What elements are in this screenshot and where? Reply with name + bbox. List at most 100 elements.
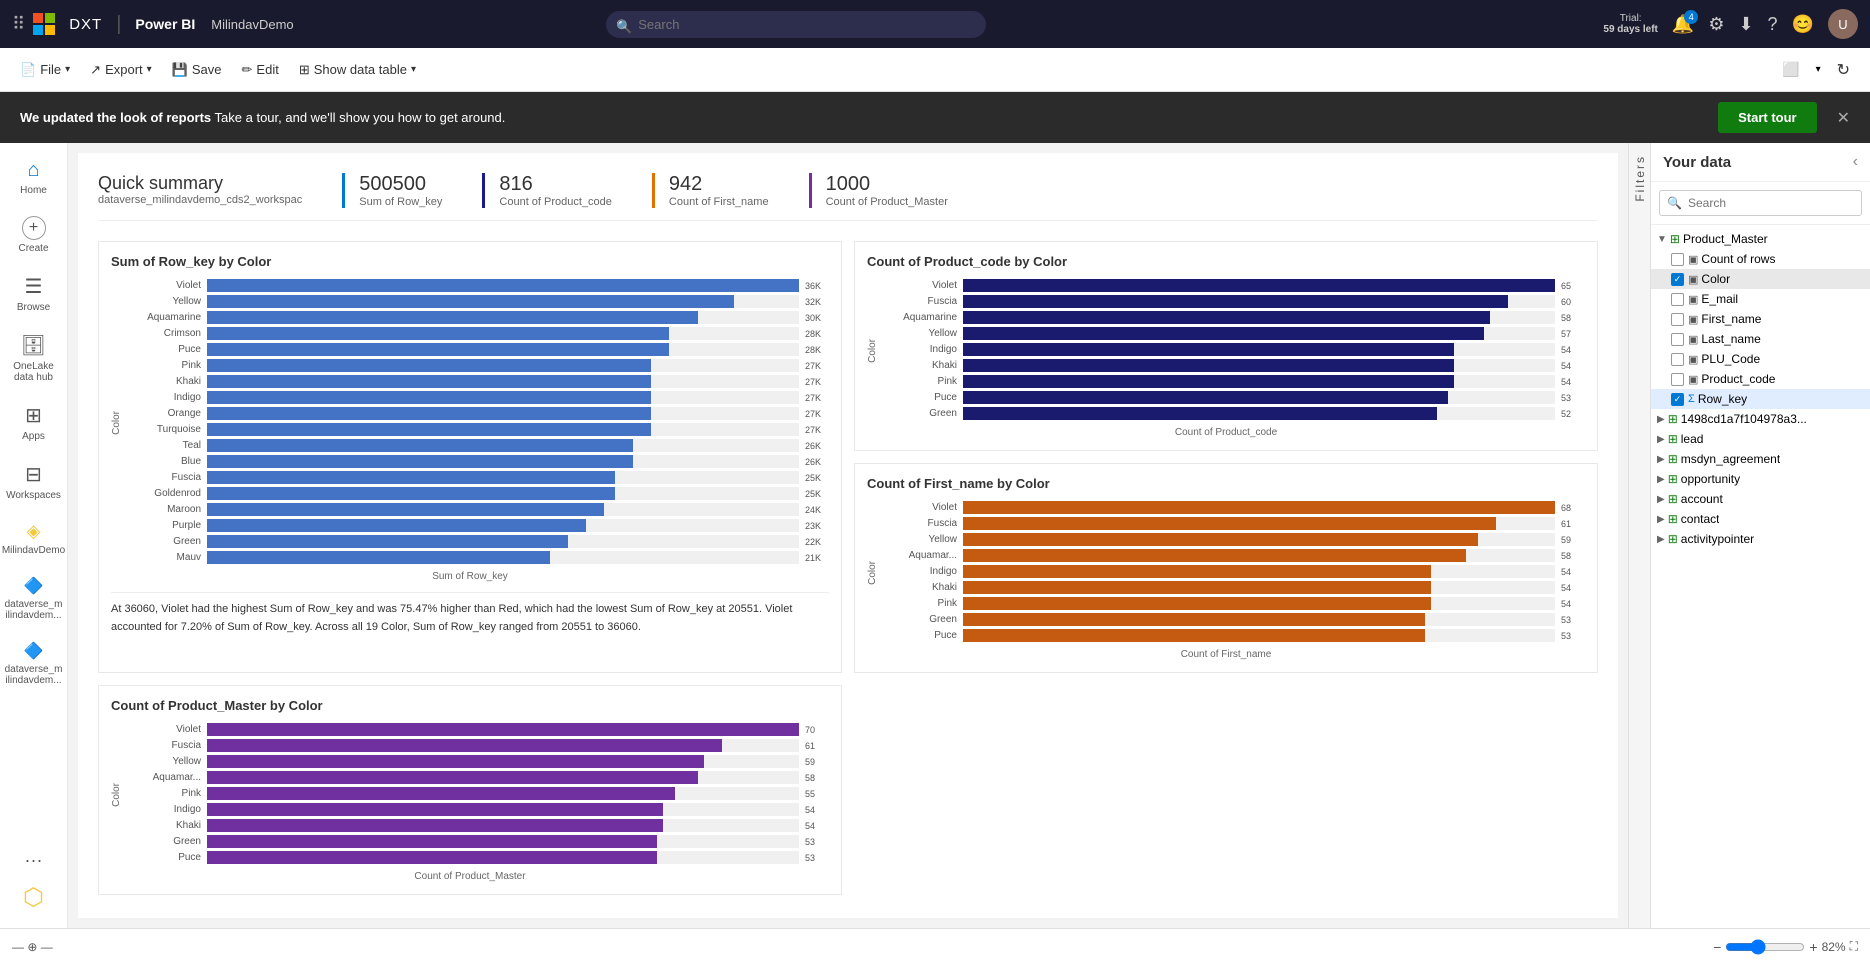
- edit-button[interactable]: ✏ Edit: [234, 58, 287, 82]
- file-button[interactable]: 📄 File ▾: [12, 58, 78, 82]
- check-5[interactable]: [1671, 333, 1684, 346]
- sidebar-item-create[interactable]: + Create: [4, 208, 64, 262]
- report-toolbar: 📄 File ▾ ↗ Export ▾ 💾 Save ✏ Edit ⊞ Show…: [0, 48, 1870, 92]
- check-7[interactable]: [1671, 373, 1684, 386]
- check-2[interactable]: ✓: [1671, 273, 1684, 286]
- search-wrapper: 🔍: [606, 11, 986, 38]
- tree-item-0[interactable]: ▼ ⊞ Product_Master: [1651, 229, 1870, 249]
- tree-item-3[interactable]: ▣ E_mail: [1651, 289, 1870, 309]
- sidebar-more-button[interactable]: ···: [4, 842, 64, 879]
- check-3[interactable]: [1671, 293, 1684, 306]
- help-icon[interactable]: ?: [1768, 14, 1778, 35]
- table-icon-14: ⊞: [1668, 512, 1678, 526]
- brand-name: DXT: [69, 16, 102, 33]
- expand-icon-13: ▶: [1657, 494, 1665, 505]
- bottom-bar: — ⊕ — − + 82% ⛶: [0, 928, 1870, 964]
- check-1[interactable]: [1671, 253, 1684, 266]
- right-panel-search: 🔍: [1651, 182, 1870, 225]
- export-button[interactable]: ↗ Export ▾: [82, 58, 160, 82]
- tree-item-8[interactable]: ✓ Σ Row_key: [1651, 389, 1870, 409]
- chart-product-master[interactable]: Count of Product_Master by Color Color V…: [98, 685, 842, 895]
- create-icon: +: [22, 216, 46, 240]
- zoom-in-button[interactable]: +: [1809, 939, 1817, 955]
- metric-product-code-value: 816: [499, 173, 612, 196]
- tree-item-11[interactable]: ▶ ⊞ msdyn_agreement: [1651, 449, 1870, 469]
- tree-item-6[interactable]: ▣ PLU_Code: [1651, 349, 1870, 369]
- file-chevron: ▾: [65, 64, 70, 75]
- sidebar-item-browse[interactable]: ☰ Browse: [4, 266, 64, 321]
- sidebar-item-workspaces[interactable]: ⊟ Workspaces: [4, 454, 64, 509]
- chart-row-key-title: Sum of Row_key by Color: [111, 254, 829, 269]
- tree-item-7[interactable]: ▣ Product_code: [1651, 369, 1870, 389]
- refresh-button[interactable]: ↻: [1829, 56, 1858, 84]
- grid-icon[interactable]: ⠿: [12, 14, 25, 35]
- check-4[interactable]: [1671, 313, 1684, 326]
- measure-icon-8: Σ: [1688, 393, 1695, 405]
- check-6[interactable]: [1671, 353, 1684, 366]
- report-canvas[interactable]: Quick summary dataverse_milindavdemo_cds…: [68, 143, 1628, 928]
- tree-item-10[interactable]: ▶ ⊞ lead: [1651, 429, 1870, 449]
- close-announcement-icon[interactable]: ✕: [1837, 108, 1850, 128]
- sidebar-item-browse-label: Browse: [17, 302, 50, 313]
- sidebar-item-dataverse2[interactable]: 🔷 dataverse_m ilindavdem...: [4, 633, 64, 694]
- tree-item-2[interactable]: ✓ ▣ Color: [1651, 269, 1870, 289]
- sidebar-item-milindavdemo-label: MilindavDemo: [2, 545, 65, 556]
- settings-icon[interactable]: ⚙: [1708, 14, 1724, 35]
- left-sidebar: ⌂ Home + Create ☰ Browse 🗄 OneLake data …: [0, 143, 68, 928]
- quick-summary-title-block: Quick summary dataverse_milindavdemo_cds…: [98, 173, 302, 206]
- tree-item-12[interactable]: ▶ ⊞ opportunity: [1651, 469, 1870, 489]
- right-panel-header: Your data ‹: [1651, 143, 1870, 182]
- sidebar-item-home-label: Home: [20, 185, 47, 196]
- metric-row-key-label: Sum of Row_key: [359, 196, 442, 208]
- right-panel-title: Your data: [1663, 154, 1731, 171]
- field-icon-6: ▣: [1688, 353, 1698, 366]
- notification-btn[interactable]: 🔔 4: [1672, 14, 1694, 35]
- zoom-out-button[interactable]: −: [1713, 939, 1721, 955]
- chart4-area: Color Violet 70 Fuscia 61 Yellow 59 Aqua…: [111, 723, 829, 867]
- quick-summary-subtitle: dataverse_milindavdemo_cds2_workspac: [98, 194, 302, 206]
- sidebar-item-apps[interactable]: ⊞ Apps: [4, 395, 64, 450]
- sidebar-item-milindavdemo[interactable]: ◈ MilindavDemo: [4, 513, 64, 564]
- chart-row-key[interactable]: Sum of Row_key by Color Color Violet 36K…: [98, 241, 842, 673]
- collapse-right-panel-icon[interactable]: ‹: [1853, 153, 1858, 171]
- show-data-table-button[interactable]: ⊞ Show data table ▾: [291, 58, 424, 82]
- tree-item-label-8: Row_key: [1698, 392, 1747, 406]
- chart-product-code[interactable]: Count of Product_code by Color Color Vio…: [854, 241, 1598, 451]
- tree-item-1[interactable]: ▣ Count of rows: [1651, 249, 1870, 269]
- tree-item-label-3: E_mail: [1701, 292, 1738, 306]
- save-button[interactable]: 💾 Save: [164, 58, 230, 82]
- nav-search-input[interactable]: [606, 11, 986, 38]
- chart-first-name[interactable]: Count of First_name by Color Color Viole…: [854, 463, 1598, 673]
- right-panel-search-input[interactable]: [1659, 190, 1862, 216]
- metric-product-code-label: Count of Product_code: [499, 196, 612, 208]
- sidebar-item-apps-label: Apps: [22, 431, 45, 442]
- table-icon-11: ⊞: [1668, 452, 1678, 466]
- sidebar-item-dataverse1[interactable]: 🔷 dataverse_m ilindavdem...: [4, 568, 64, 629]
- field-icon-4: ▣: [1688, 313, 1698, 326]
- tree-item-15[interactable]: ▶ ⊞ activitypointer: [1651, 529, 1870, 549]
- field-icon-5: ▣: [1688, 333, 1698, 346]
- expand-icon-12: ▶: [1657, 474, 1665, 485]
- download-icon[interactable]: ⬇: [1738, 14, 1753, 35]
- tree-item-label-10: lead: [1681, 432, 1704, 446]
- user-avatar[interactable]: U: [1828, 9, 1858, 39]
- tree-item-5[interactable]: ▣ Last_name: [1651, 329, 1870, 349]
- tree-item-13[interactable]: ▶ ⊞ account: [1651, 489, 1870, 509]
- fit-page-button[interactable]: ⛶: [1850, 939, 1858, 954]
- zoom-slider[interactable]: [1725, 939, 1805, 955]
- tree-item-label-9: 1498cd1a7f104978a3...: [1681, 412, 1807, 426]
- window-button[interactable]: ⬜: [1774, 57, 1807, 82]
- charts-grid: Sum of Row_key by Color Color Violet 36K…: [98, 241, 1598, 895]
- tree-item-14[interactable]: ▶ ⊞ contact: [1651, 509, 1870, 529]
- start-tour-button[interactable]: Start tour: [1718, 102, 1817, 133]
- more-icon: ···: [25, 850, 43, 871]
- tree-item-4[interactable]: ▣ First_name: [1651, 309, 1870, 329]
- sidebar-item-home[interactable]: ⌂ Home: [4, 151, 64, 204]
- check-8[interactable]: ✓: [1671, 393, 1684, 406]
- tree-item-9[interactable]: ▶ ⊞ 1498cd1a7f104978a3...: [1651, 409, 1870, 429]
- user-icon[interactable]: 😊: [1792, 14, 1814, 35]
- sidebar-item-onelake[interactable]: 🗄 OneLake data hub: [4, 325, 64, 391]
- chart3-bars: Violet 68 Fuscia 61 Yellow 59 Aquamar...…: [882, 501, 1585, 645]
- filters-toggle[interactable]: Filters: [1628, 143, 1650, 928]
- tree-item-label-15: activitypointer: [1681, 532, 1754, 546]
